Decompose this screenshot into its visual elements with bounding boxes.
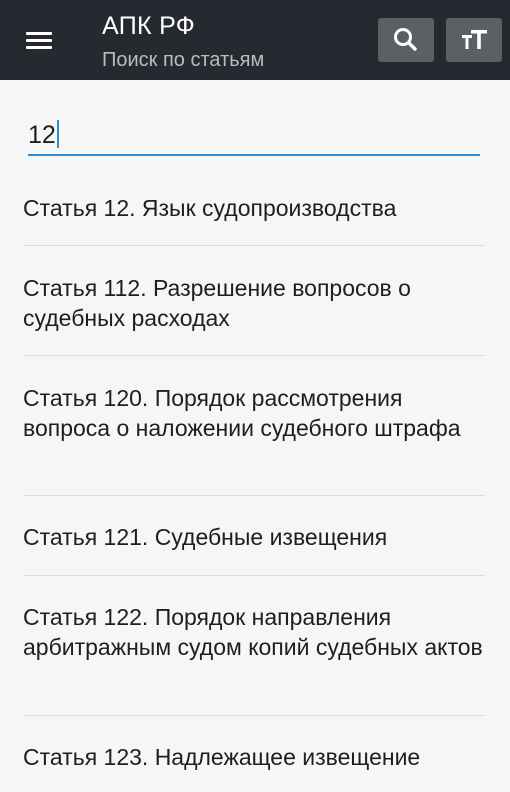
divider [23,245,485,246]
text-cursor [56,120,59,148]
divider [23,495,485,496]
result-item[interactable]: Статья 123. Надлежащее извещение [23,742,485,772]
divider [23,715,485,716]
result-item-label: Статья 121. Судебные извещения [23,524,388,550]
app-subtitle: Поиск по статьям [102,49,265,71]
search-input[interactable]: 12 [28,112,480,156]
text-size-button[interactable] [446,18,502,62]
result-item-label: Статья 122. Порядок направления арбитраж… [23,604,483,660]
result-item[interactable]: Статья 122. Порядок направления арбитраж… [23,602,485,662]
search-input-value: 12 [28,121,56,149]
result-item-label: Статья 123. Надлежащее извещение [23,744,421,770]
text-size-icon [462,30,487,49]
result-item[interactable]: Статья 121. Судебные извещения [23,522,485,552]
result-item[interactable]: Статья 112. Разрешение вопросов о судебн… [23,273,485,333]
result-item-label: Статья 120. Порядок рассмотрения вопроса… [23,385,461,441]
app-title: АПК РФ [102,12,196,40]
divider [23,575,485,576]
result-item-label: Статья 12. Язык судопроизводства [23,195,397,221]
result-item-label: Статья 112. Разрешение вопросов о судебн… [23,275,411,331]
result-item[interactable]: Статья 12. Язык судопроизводства [23,193,485,223]
app-toolbar: АПК РФ Поиск по статьям [0,0,510,80]
search-icon [394,28,417,51]
divider [23,355,485,356]
result-item[interactable]: Статья 120. Порядок рассмотрения вопроса… [23,383,485,443]
hamburger-menu-icon[interactable] [20,28,56,54]
search-button[interactable] [378,18,434,62]
